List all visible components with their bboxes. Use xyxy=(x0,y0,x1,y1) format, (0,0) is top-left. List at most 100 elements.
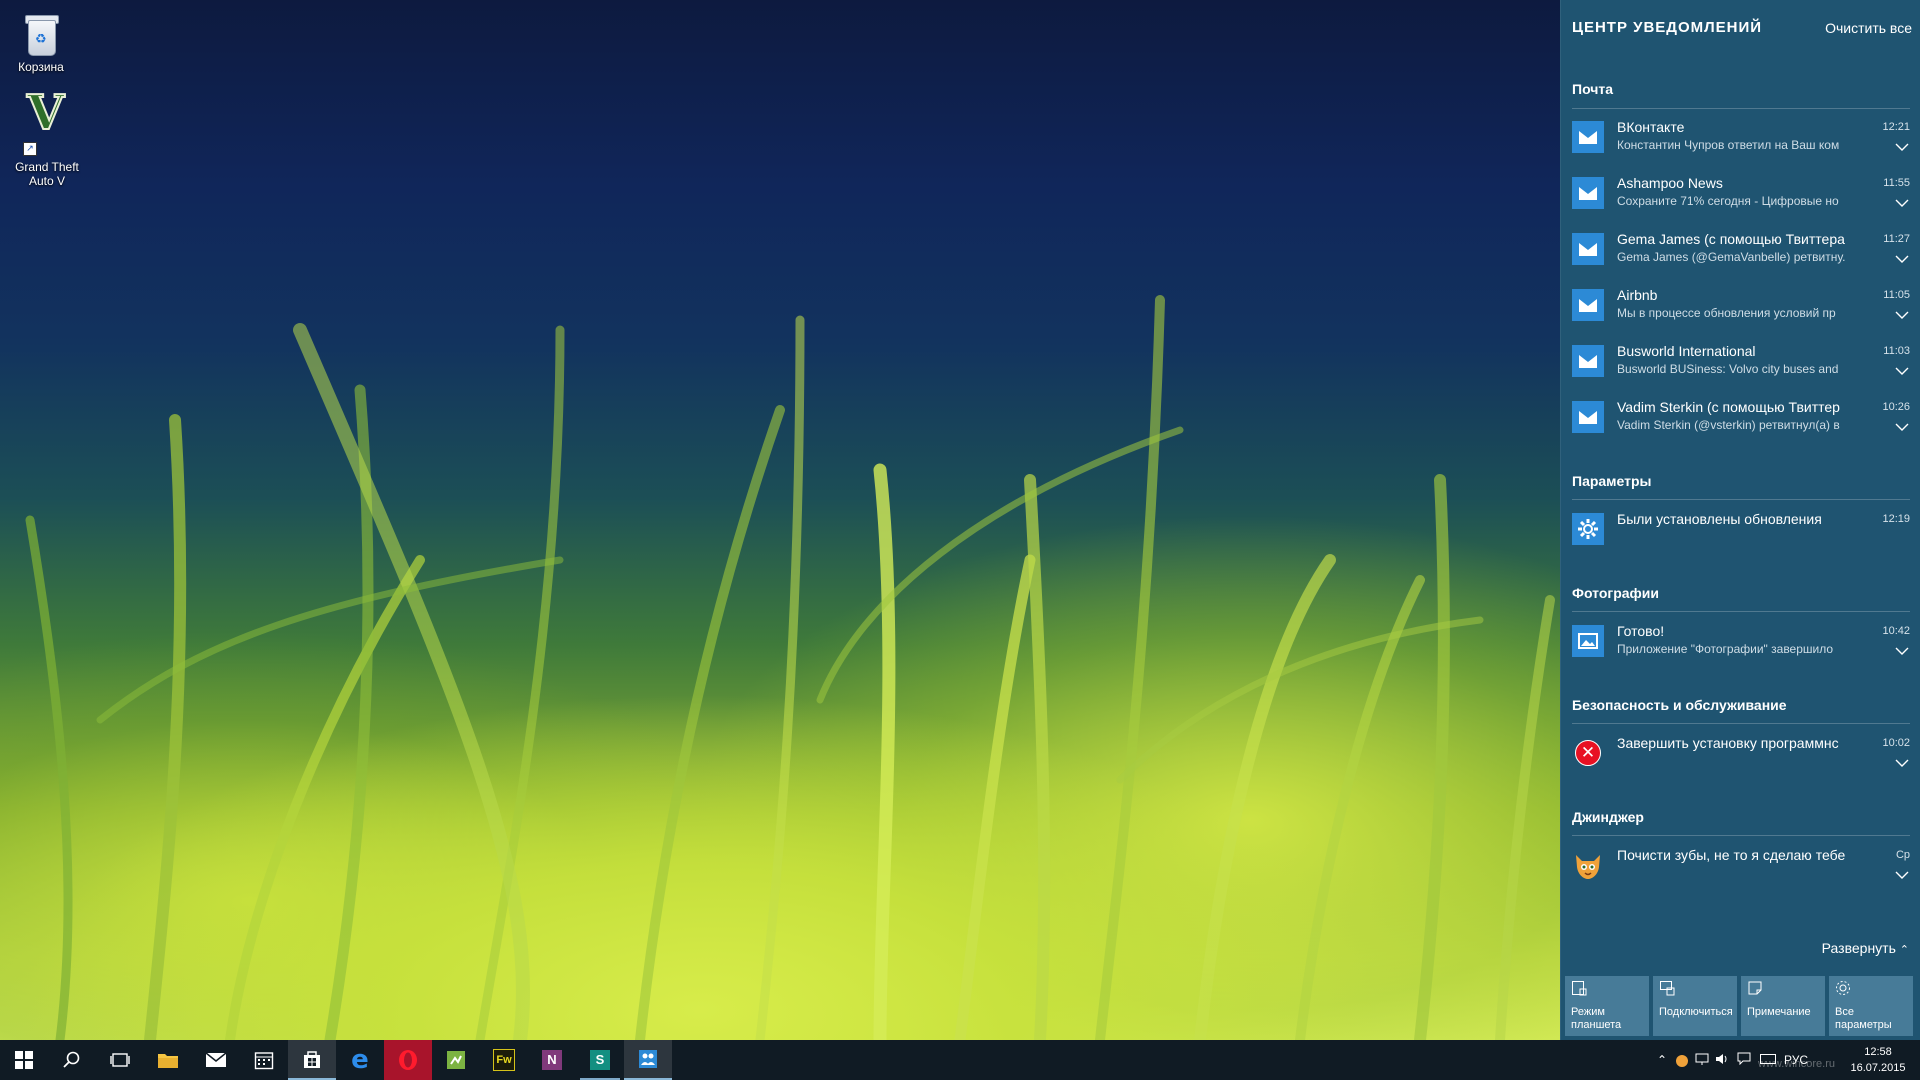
action-center-header: ЦЕНТР УВЕДОМЛЕНИЙ Очистить все xyxy=(1572,19,1912,39)
quick-action-label: Режим планшета xyxy=(1571,1006,1622,1031)
search-button[interactable] xyxy=(48,1040,96,1080)
notification-time: 10:02 xyxy=(1882,737,1910,749)
people-icon xyxy=(639,1050,657,1068)
notification-finish-install[interactable]: ✕ Завершить установку программнс 10:02 xyxy=(1572,731,1912,779)
notification-time: 10:26 xyxy=(1882,401,1910,413)
taskbar: e Fw N S ⌃ РУС www.wincore.ru 12:58 16.0… xyxy=(0,1040,1920,1080)
fireworks-icon: Fw xyxy=(493,1049,515,1071)
action-center-tray-icon[interactable] xyxy=(1732,1052,1756,1068)
taskbar-file-explorer[interactable] xyxy=(144,1040,192,1080)
mail-icon xyxy=(1572,345,1604,377)
group-divider xyxy=(1572,835,1910,836)
notification-title: Готово! xyxy=(1617,623,1665,639)
group-divider xyxy=(1572,499,1910,500)
action-center-title: ЦЕНТР УВЕДОМЛЕНИЙ xyxy=(1572,19,1763,36)
desktop-icon-label: Корзина xyxy=(18,60,64,74)
ginger-cat-icon xyxy=(1572,849,1604,881)
group-divider xyxy=(1572,723,1910,724)
spreadsheet-app-icon xyxy=(447,1051,465,1069)
notification-ginger[interactable]: Почисти зубы, не то я сделаю тебе Ср xyxy=(1572,843,1912,891)
quick-action-tablet-mode[interactable]: Режим планшета xyxy=(1565,976,1649,1036)
connect-icon xyxy=(1660,981,1675,996)
mail-icon xyxy=(1572,121,1604,153)
chevron-down-icon[interactable] xyxy=(1894,307,1910,323)
group-title-security: Безопасность и обслуживание xyxy=(1572,697,1787,713)
folder-icon xyxy=(158,1054,178,1068)
chevron-down-icon[interactable] xyxy=(1894,643,1910,659)
notification-body: Сохраните 71% сегодня - Цифровые но xyxy=(1617,194,1839,208)
notification-time: 11:05 xyxy=(1883,289,1910,301)
network-icon[interactable] xyxy=(1692,1053,1712,1068)
taskbar-calendar[interactable] xyxy=(240,1040,288,1080)
notification-title: Были установлены обновления xyxy=(1617,511,1822,527)
taskbar-opera[interactable] xyxy=(384,1040,432,1080)
edge-icon: e xyxy=(351,1045,369,1075)
notification-airbnb[interactable]: Airbnb Мы в процессе обновления условий … xyxy=(1572,283,1912,331)
photos-icon xyxy=(1572,625,1604,657)
chevron-down-icon[interactable] xyxy=(1894,755,1910,771)
task-view-button[interactable] xyxy=(96,1040,144,1080)
taskbar-clock[interactable]: 12:58 16.07.2015 xyxy=(1848,1044,1908,1076)
volume-icon[interactable] xyxy=(1712,1053,1732,1068)
notification-time: 11:27 xyxy=(1883,233,1910,245)
notification-title: Airbnb xyxy=(1617,287,1658,303)
notification-title: Завершить установку программнс xyxy=(1617,735,1839,751)
taskbar-app-green[interactable] xyxy=(432,1040,480,1080)
taskbar-fireworks[interactable]: Fw xyxy=(480,1040,528,1080)
quick-action-connect[interactable]: Подключиться xyxy=(1653,976,1737,1036)
taskbar-edge[interactable]: e xyxy=(336,1040,384,1080)
desktop-icon-gta-v[interactable]: V ↗ Grand Theft Auto V xyxy=(8,88,86,188)
notification-title: Ashampoo News xyxy=(1617,175,1723,191)
quick-action-all-settings[interactable]: Все параметры xyxy=(1829,976,1913,1036)
expand-label: Развернуть xyxy=(1821,940,1896,956)
sway-icon: S xyxy=(590,1050,610,1070)
chevron-down-icon[interactable] xyxy=(1894,251,1910,267)
notification-ashampoo[interactable]: Ashampoo News Сохраните 71% сегодня - Ци… xyxy=(1572,171,1912,219)
notification-photos-done[interactable]: Готово! Приложение "Фотографии" завершил… xyxy=(1572,619,1912,667)
quick-action-label: Все параметры xyxy=(1835,1006,1892,1031)
quick-action-note[interactable]: Примечание xyxy=(1741,976,1825,1036)
expand-button[interactable]: Развернуть ⌃ xyxy=(1822,940,1909,956)
notification-vkontakte[interactable]: ВКонтакте Константин Чупров ответил на В… xyxy=(1572,115,1912,163)
ginger-tray-icon[interactable] xyxy=(1672,1053,1692,1067)
calendar-icon xyxy=(254,1052,274,1070)
notification-body: Gema James (@GemaVanbelle) ретвитну. xyxy=(1617,250,1846,264)
notification-title: Busworld International xyxy=(1617,343,1756,359)
chevron-up-icon[interactable]: ⌃ xyxy=(1652,1053,1672,1067)
notification-time: 12:19 xyxy=(1882,513,1910,525)
notification-updates-installed[interactable]: Были установлены обновления 12:19 xyxy=(1572,507,1912,555)
clock-time: 12:58 xyxy=(1864,1046,1892,1058)
notification-busworld[interactable]: Busworld International Busworld BUSiness… xyxy=(1572,339,1912,387)
chevron-down-icon[interactable] xyxy=(1894,195,1910,211)
taskbar-people[interactable] xyxy=(624,1040,672,1080)
mail-icon xyxy=(1572,177,1604,209)
search-icon xyxy=(63,1051,80,1068)
notification-time: 10:42 xyxy=(1882,625,1910,637)
chevron-down-icon[interactable] xyxy=(1894,867,1910,883)
notification-time: 11:03 xyxy=(1883,345,1910,357)
notification-vadim-sterkin[interactable]: Vadim Sterkin (с помощью Твиттер Vadim S… xyxy=(1572,395,1912,443)
group-title-photos: Фотографии xyxy=(1572,585,1660,601)
chevron-down-icon[interactable] xyxy=(1894,419,1910,435)
grass-illustration xyxy=(25,295,1555,1040)
chevron-down-icon[interactable] xyxy=(1894,363,1910,379)
tablet-mode-icon xyxy=(1572,981,1587,996)
start-button[interactable] xyxy=(0,1040,48,1080)
notification-body: Busworld BUSiness: Volvo city buses and xyxy=(1617,362,1839,376)
taskbar-mail[interactable] xyxy=(192,1040,240,1080)
group-title-mail: Почта xyxy=(1572,81,1614,97)
notification-body: Приложение "Фотографии" завершило xyxy=(1617,642,1834,656)
chevron-down-icon[interactable] xyxy=(1894,139,1910,155)
taskbar-store[interactable] xyxy=(288,1040,336,1080)
desktop-icon-label: Grand Theft Auto V xyxy=(15,160,79,188)
opera-icon xyxy=(399,1050,417,1070)
group-divider xyxy=(1572,108,1910,109)
notification-gema-james[interactable]: Gema James (с помощью Твиттера Gema Jame… xyxy=(1572,227,1912,275)
desktop-icon-recycle-bin[interactable]: ♻ Корзина xyxy=(2,12,80,74)
taskbar-onenote[interactable]: N xyxy=(528,1040,576,1080)
notification-title: ВКонтакте xyxy=(1617,119,1685,135)
windows-logo-icon xyxy=(15,1051,33,1069)
taskbar-sway[interactable]: S xyxy=(576,1040,624,1080)
clear-all-link[interactable]: Очистить все xyxy=(1825,20,1912,36)
notification-title: Почисти зубы, не то я сделаю тебе xyxy=(1617,847,1846,863)
